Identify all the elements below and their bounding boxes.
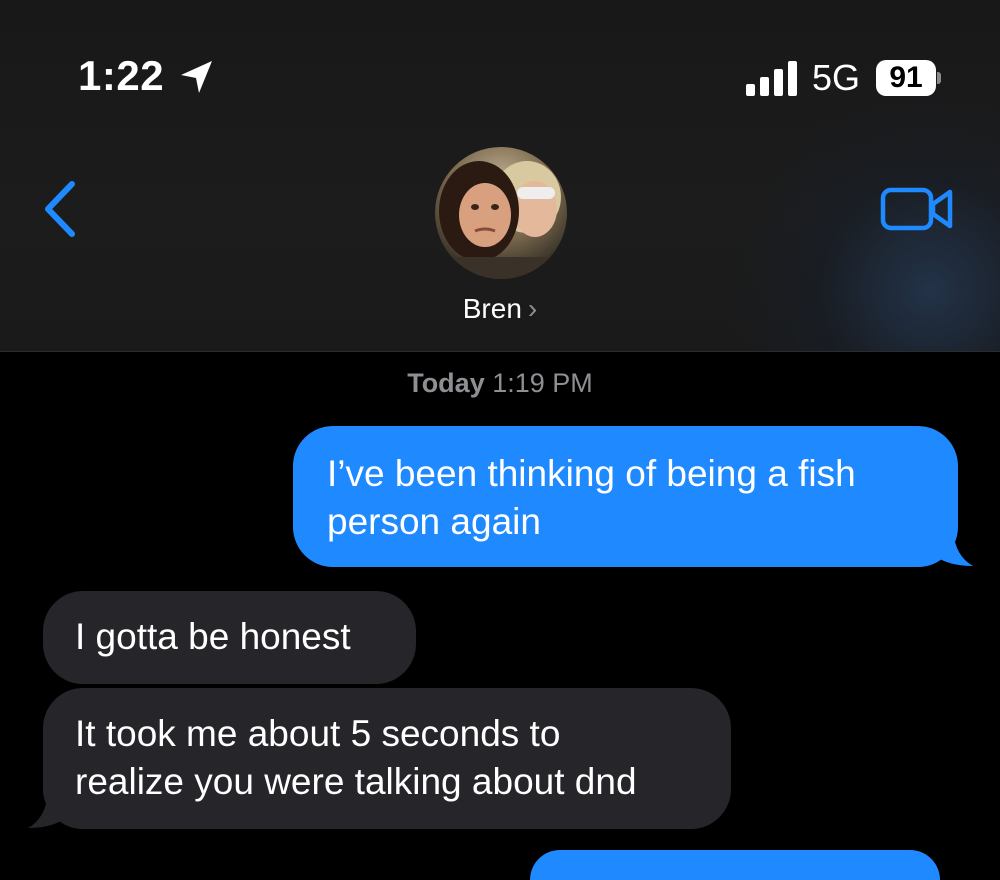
avatar-photo (435, 147, 567, 279)
timestamp-time: 1:19 PM (492, 368, 593, 398)
battery-level: 91 (876, 60, 936, 96)
location-arrow-icon (181, 61, 212, 93)
message-text-line: It took me about 5 seconds to (75, 713, 561, 754)
message-text-line: I’ve been thinking of being a fish (327, 453, 856, 494)
network-type: 5G (812, 57, 861, 98)
timestamp-day: Today (407, 368, 485, 398)
battery-icon: 91 (876, 60, 941, 96)
contact-name-button[interactable]: Bren › (0, 293, 1000, 325)
message-bubble-sent-partial[interactable] (530, 850, 940, 880)
status-time: 1:22 (78, 52, 165, 99)
chevron-right-icon: › (527, 293, 538, 324)
conversation-header: 1:22 5G 91 Bren › (0, 0, 1000, 352)
message-timestamp: Today 1:19 PM (0, 368, 1000, 399)
contact-avatar[interactable] (435, 147, 567, 279)
sent-bubble-tail (935, 530, 973, 566)
message-text-line: I gotta be honest (75, 616, 351, 657)
battery-cap (937, 72, 941, 84)
received-bubble-tail (28, 792, 66, 828)
contact-name: Bren (462, 293, 522, 324)
message-bubble-received[interactable]: I gotta be honest (43, 591, 416, 684)
back-chevron-icon[interactable] (42, 180, 78, 238)
signal-bars-icon (746, 61, 797, 96)
message-text-line: person again (327, 501, 541, 542)
video-camera-icon[interactable] (880, 186, 954, 232)
message-bubble-sent[interactable]: I’ve been thinking of being a fish perso… (293, 426, 958, 567)
message-text-line: realize you were talking about dnd (75, 761, 637, 802)
message-bubble-received[interactable]: It took me about 5 seconds to realize yo… (43, 688, 731, 829)
